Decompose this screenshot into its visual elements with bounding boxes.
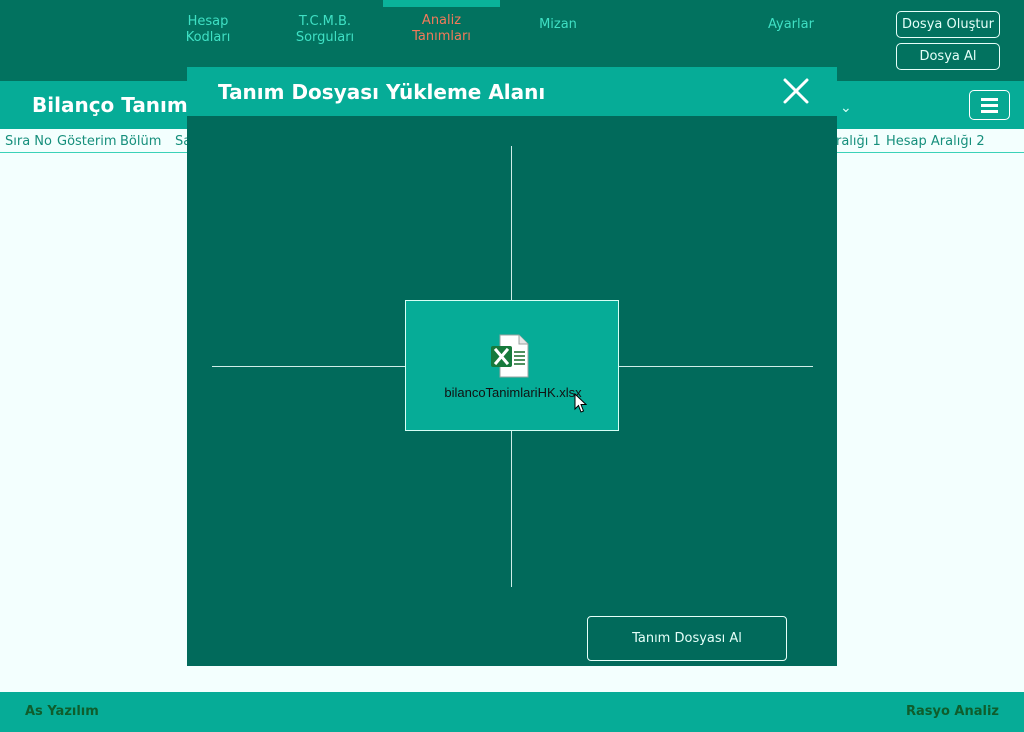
crosshair-line [511, 431, 512, 587]
excel-file-icon [491, 334, 529, 378]
nav-tab-label: Mizan [539, 17, 577, 32]
mouse-cursor-icon [574, 393, 587, 413]
nav-tab-label: Kodları [185, 30, 231, 45]
column-header-sira-no[interactable]: Sıra No [5, 134, 52, 149]
get-definition-file-button[interactable]: Tanım Dosyası Al [587, 616, 787, 661]
close-icon[interactable] [781, 76, 811, 106]
nav-tab-label: Tanımları [412, 29, 471, 44]
column-header-hesap-araligi-2[interactable]: Hesap Aralığı 2 [886, 134, 985, 149]
nav-tab-label: T.C.M.B. [298, 14, 352, 29]
nav-tab-label: Sorguları [295, 30, 355, 45]
crosshair-line [619, 366, 813, 367]
chevron-down-icon[interactable]: ⌄ [840, 100, 852, 116]
crosshair-line [511, 146, 512, 300]
nav-tab-tcmb-sorgulari[interactable]: T.C.M.B. Sorguları [283, 0, 367, 60]
nav-tab-hesap-kodlari[interactable]: Hesap Kodları [168, 0, 248, 60]
create-file-button[interactable]: Dosya Oluştur [896, 11, 1000, 38]
upload-modal: Tanım Dosyası Yükleme Alanı bilancoTanim… [187, 67, 837, 666]
hamburger-menu-button[interactable] [969, 90, 1010, 120]
footer-app-name: Rasyo Analiz [905, 704, 999, 719]
column-header-hesap-araligi-1[interactable]: ralığı 1 [836, 134, 881, 149]
menu-bar-icon [981, 103, 998, 107]
crosshair-line [212, 366, 405, 367]
menu-bar-icon [981, 97, 998, 101]
column-header-bolum[interactable]: Bölüm [120, 134, 161, 149]
nav-tab-label: Ayarlar [768, 17, 814, 32]
get-file-button[interactable]: Dosya Al [896, 43, 1000, 70]
footer-company: As Yazılım [25, 704, 99, 719]
menu-bar-icon [981, 109, 998, 113]
modal-title: Tanım Dosyası Yükleme Alanı [218, 80, 546, 104]
nav-tab-label: Hesap [187, 14, 229, 29]
nav-tab-ayarlar[interactable]: Ayarlar [755, 0, 827, 50]
nav-tab-label: Analiz [421, 13, 462, 28]
nav-tab-mizan[interactable]: Mizan [522, 0, 594, 50]
footer: As Yazılım Rasyo Analiz [0, 692, 1024, 732]
modal-header: Tanım Dosyası Yükleme Alanı [187, 67, 837, 116]
file-drop-zone[interactable]: bilancoTanimlariHK.xlsx [405, 300, 619, 431]
nav-tab-analiz-tanimlari[interactable]: Analiz Tanımları [383, 0, 500, 60]
file-name-label: bilancoTanimlariHK.xlsx [444, 385, 582, 400]
column-header-gosterim[interactable]: Gösterim [57, 134, 117, 149]
page-title: Bilanço Tanımla [32, 93, 209, 117]
